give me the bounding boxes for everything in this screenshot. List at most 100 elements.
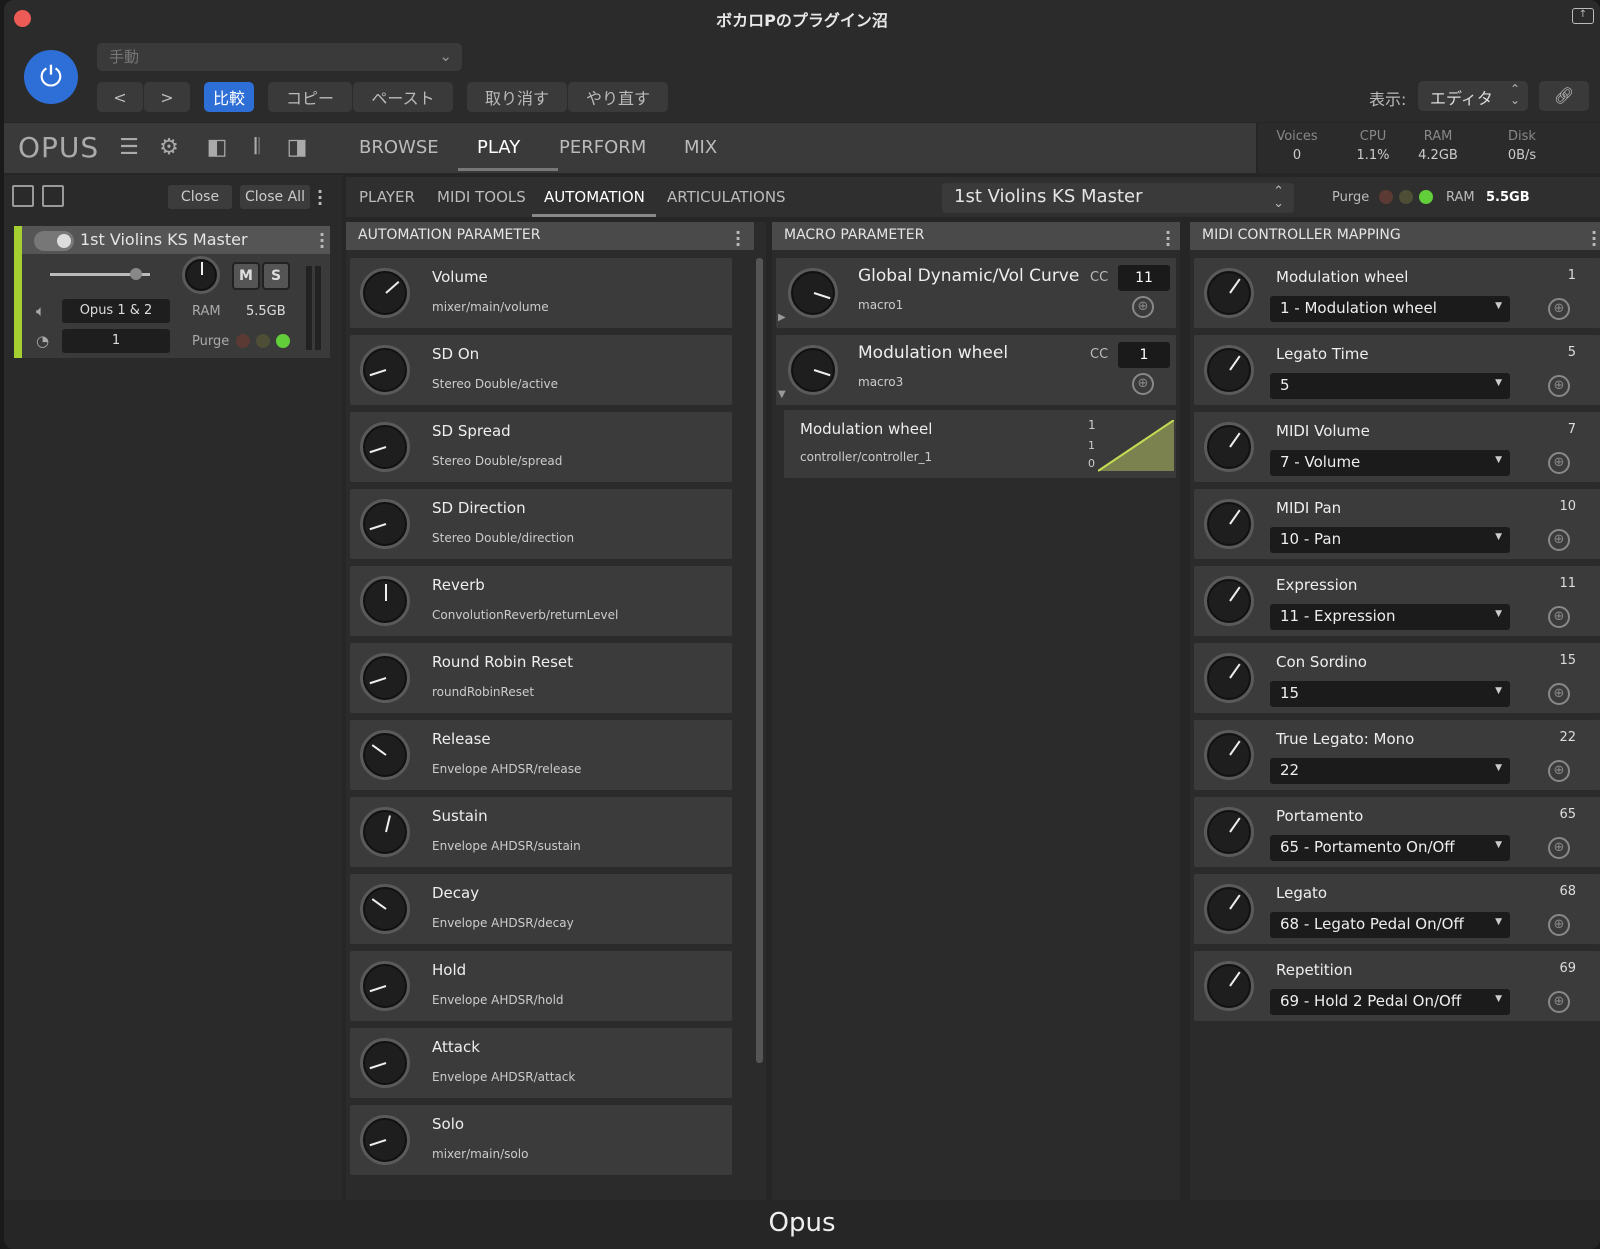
midi-cc-select[interactable]: 1 - Modulation wheel ▼: [1270, 296, 1510, 322]
parameter-knob[interactable]: [360, 1115, 410, 1165]
globe-icon[interactable]: ⊕: [1548, 991, 1570, 1013]
automation-item[interactable]: Hold Envelope AHDSR/hold: [350, 951, 732, 1021]
globe-icon[interactable]: ⊕: [1548, 914, 1570, 936]
parameter-knob[interactable]: [360, 730, 410, 780]
paste-button[interactable]: ペースト: [353, 82, 453, 112]
parameter-knob[interactable]: [360, 1038, 410, 1088]
globe-icon[interactable]: ⊕: [1548, 683, 1570, 705]
midi-channel-field[interactable]: 1: [62, 329, 170, 353]
macro-menu-icon[interactable]: · · ·: [1164, 225, 1172, 253]
automation-item[interactable]: SD Direction Stereo Double/direction: [350, 489, 732, 559]
automation-menu-icon[interactable]: · · ·: [734, 225, 742, 253]
instrument-menu-icon[interactable]: · · ·: [318, 227, 326, 255]
tab-articulations[interactable]: ARTICULATIONS: [667, 188, 786, 206]
output-field[interactable]: Opus 1 & 2: [62, 299, 170, 323]
parameter-knob[interactable]: [1204, 576, 1254, 626]
parameter-knob[interactable]: [1204, 730, 1254, 780]
parameter-knob[interactable]: [360, 807, 410, 857]
mapping-curve[interactable]: [1098, 420, 1174, 472]
nav-perform[interactable]: PERFORM: [559, 137, 646, 158]
preset-dropdown[interactable]: 手動 ⌄: [97, 43, 462, 71]
menu-icon[interactable]: ☰: [116, 135, 142, 161]
tab-player[interactable]: PLAYER: [359, 188, 415, 206]
globe-icon[interactable]: ⊕: [1548, 606, 1570, 628]
expand-triangle-icon[interactable]: ▶: [778, 312, 786, 323]
macro-mapping-card[interactable]: Modulation wheel controller/controller_1…: [784, 410, 1176, 478]
midi-mapping-item[interactable]: Repetition 69 69 - Hold 2 Pedal On/Off ▼ ⊕: [1194, 951, 1600, 1021]
single-view-icon[interactable]: [12, 185, 34, 207]
piano-icon[interactable]: 𝄃: [244, 135, 270, 161]
parameter-knob[interactable]: [360, 422, 410, 472]
pan-knob[interactable]: [182, 256, 220, 294]
forward-button[interactable]: >: [144, 82, 190, 112]
midi-cc-select[interactable]: 22 ▼: [1270, 758, 1510, 784]
mute-button[interactable]: M: [232, 262, 260, 290]
midi-mapping-item[interactable]: Legato 68 68 - Legato Pedal On/Off ▼ ⊕: [1194, 874, 1600, 944]
purge-dot-red[interactable]: [236, 334, 250, 348]
parameter-knob[interactable]: [788, 345, 838, 395]
globe-icon[interactable]: ⊕: [1548, 529, 1570, 551]
automation-item[interactable]: Release Envelope AHDSR/release: [350, 720, 732, 790]
midi-mapping-item[interactable]: Legato Time 5 5 ▼ ⊕: [1194, 335, 1600, 405]
parameter-knob[interactable]: [360, 961, 410, 1011]
globe-icon[interactable]: ⊕: [1548, 298, 1570, 320]
right-panel-icon[interactable]: ◨: [284, 135, 310, 161]
midi-mapping-item[interactable]: Expression 11 11 - Expression ▼ ⊕: [1194, 566, 1600, 636]
rack-menu-icon[interactable]: · · ·: [316, 184, 324, 212]
globe-icon[interactable]: ⊕: [1132, 296, 1154, 318]
parameter-knob[interactable]: [1204, 268, 1254, 318]
macro-item[interactable]: Global Dynamic/Vol Curve macro1 CC 11 ⊕ ▶: [776, 258, 1176, 328]
power-button[interactable]: ⏻: [24, 50, 78, 104]
globe-icon[interactable]: ⊕: [1548, 452, 1570, 474]
automation-item[interactable]: Sustain Envelope AHDSR/sustain: [350, 797, 732, 867]
instrument-slot[interactable]: 1st Violins KS Master · · · M S 🔈︎ Opus 1 …: [14, 226, 330, 358]
cc-number-field[interactable]: 1: [1118, 342, 1170, 368]
automation-item[interactable]: SD On Stereo Double/active: [350, 335, 732, 405]
parameter-knob[interactable]: [360, 884, 410, 934]
purge-dot-green-top[interactable]: [1419, 190, 1433, 204]
parameter-knob[interactable]: [360, 653, 410, 703]
undo-button[interactable]: 取り消す: [467, 82, 567, 112]
purge-dot-red-top[interactable]: [1379, 190, 1393, 204]
midi-cc-select[interactable]: 65 - Portamento On/Off ▼: [1270, 835, 1510, 861]
redo-button[interactable]: やり直す: [568, 82, 668, 112]
nav-mix[interactable]: MIX: [684, 137, 717, 158]
midi-mapping-item[interactable]: True Legato: Mono 22 22 ▼ ⊕: [1194, 720, 1600, 790]
midi-cc-select[interactable]: 11 - Expression ▼: [1270, 604, 1510, 630]
purge-dot-yellow-top[interactable]: [1399, 190, 1413, 204]
close-button[interactable]: Close: [168, 185, 232, 209]
automation-item[interactable]: Attack Envelope AHDSR/attack: [350, 1028, 732, 1098]
midi-cc-select[interactable]: 69 - Hold 2 Pedal On/Off ▼: [1270, 989, 1510, 1015]
purge-dot-yellow[interactable]: [256, 334, 270, 348]
midi-mapping-item[interactable]: Con Sordino 15 15 ▼ ⊕: [1194, 643, 1600, 713]
midi-mapping-item[interactable]: Modulation wheel 1 1 - Modulation wheel ▼ ⊕: [1194, 258, 1600, 328]
midi-mapping-item[interactable]: Portamento 65 65 - Portamento On/Off ▼ ⊕: [1194, 797, 1600, 867]
globe-icon[interactable]: ⊕: [1548, 375, 1570, 397]
back-button[interactable]: <: [97, 82, 143, 112]
automation-item[interactable]: Volume mixer/main/volume: [350, 258, 732, 328]
parameter-knob[interactable]: [1204, 499, 1254, 549]
compare-button[interactable]: 比較: [204, 82, 254, 112]
link-button[interactable]: 🔗︎: [1539, 81, 1589, 111]
gear-icon[interactable]: ⚙: [156, 135, 182, 161]
left-panel-icon[interactable]: ◧: [204, 135, 230, 161]
automation-item[interactable]: Solo mixer/main/solo: [350, 1105, 732, 1175]
midi-cc-select[interactable]: 15 ▼: [1270, 681, 1510, 707]
automation-item[interactable]: Round Robin Reset roundRobinReset: [350, 643, 732, 713]
parameter-knob[interactable]: [360, 345, 410, 395]
solo-button[interactable]: S: [262, 262, 290, 290]
parameter-knob[interactable]: [1204, 807, 1254, 857]
nav-browse[interactable]: BROWSE: [359, 137, 439, 158]
tab-automation[interactable]: AUTOMATION: [544, 188, 645, 206]
view-select[interactable]: エディタ ⌃ ⌄: [1418, 81, 1528, 111]
automation-item[interactable]: SD Spread Stereo Double/spread: [350, 412, 732, 482]
globe-icon[interactable]: ⊕: [1548, 760, 1570, 782]
parameter-knob[interactable]: [788, 268, 838, 318]
midi-cc-select[interactable]: 68 - Legato Pedal On/Off ▼: [1270, 912, 1510, 938]
midi-cc-select[interactable]: 7 - Volume ▼: [1270, 450, 1510, 476]
parameter-knob[interactable]: [1204, 345, 1254, 395]
midi-cc-select[interactable]: 10 - Pan ▼: [1270, 527, 1510, 553]
expand-triangle-icon[interactable]: ▼: [778, 389, 786, 400]
globe-icon[interactable]: ⊕: [1132, 373, 1154, 395]
automation-scrollbar[interactable]: [756, 258, 763, 1063]
